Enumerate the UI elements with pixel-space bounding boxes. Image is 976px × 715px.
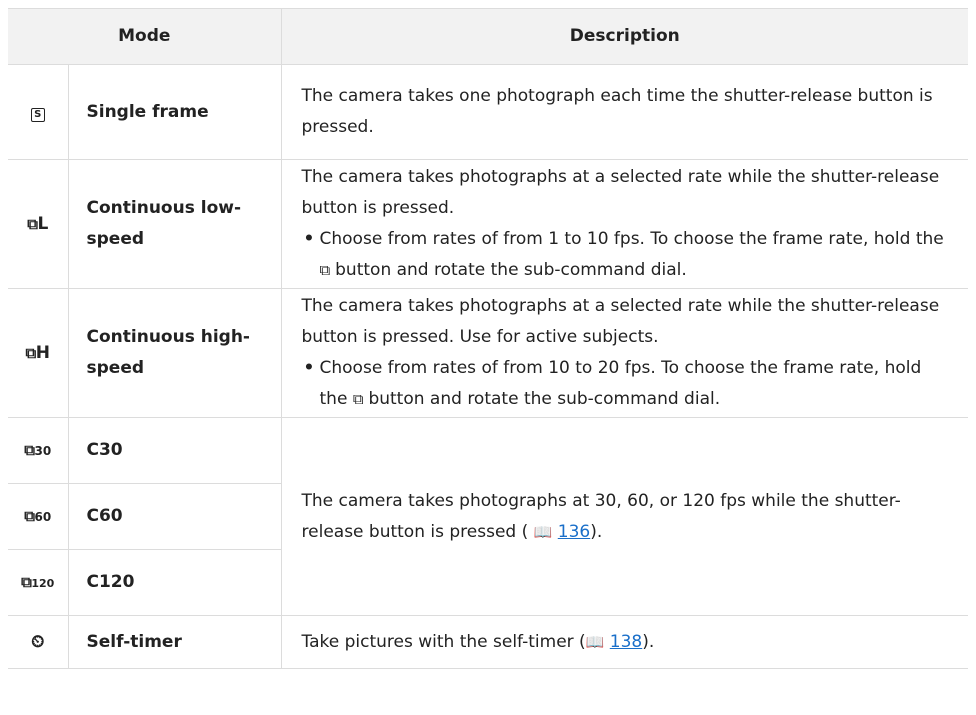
mode-name: Self-timer: [68, 615, 282, 669]
c120-icon: ⧉120: [8, 549, 69, 616]
mode-name: Continuous high-speed: [68, 288, 282, 418]
mode-name: C60: [68, 483, 282, 550]
bullet-item: • Choose from rates of from 1 to 10 fps. …: [302, 224, 951, 286]
description-text-after: ).: [642, 631, 655, 652]
release-mode-glyph: ⧉: [24, 506, 35, 525]
book-icon: 📖: [585, 632, 605, 651]
table-header-row: Mode Description: [8, 8, 969, 65]
description-column-header: Description: [281, 8, 969, 65]
mode-name: Continuous low-speed: [68, 159, 282, 289]
mode-name: Single frame: [68, 64, 282, 160]
release-mode-table: Mode Description S Single frame The came…: [8, 8, 969, 669]
mode-description: Take pictures with the self-timer (📖 138…: [281, 615, 969, 669]
mode-description: The camera takes photographs at 30, 60, …: [281, 417, 969, 616]
c30-icon: ⧉30: [8, 417, 69, 484]
release-mode-glyph: ⧉: [24, 440, 35, 459]
table-row: ⧉30 C30 The camera takes photographs at …: [8, 417, 969, 616]
bullet-text-before: Choose from rates of from 1 to 10 fps. T…: [319, 229, 944, 249]
mode-description: The camera takes photographs at a select…: [281, 159, 969, 289]
mode-name: C30: [68, 417, 282, 484]
mode-column-header: Mode: [8, 8, 282, 65]
release-mode-button-icon: ⧉: [319, 261, 331, 279]
description-text-before: Take pictures with the self-timer (: [301, 631, 586, 652]
description-text: The camera takes photographs at a select…: [301, 167, 940, 218]
description-text: The camera takes photographs at a select…: [301, 296, 940, 347]
release-mode-glyph: ⧉: [27, 214, 38, 233]
self-timer-icon: ⏲: [8, 615, 69, 669]
table-row: ⧉L Continuous low-speed The camera takes…: [8, 159, 969, 289]
bullet-text-after: button and rotate the sub-command dial.: [368, 389, 721, 409]
book-icon: 📖: [533, 522, 553, 541]
release-mode-glyph: ⧉: [25, 343, 37, 362]
page-reference-link[interactable]: 136: [558, 522, 590, 542]
bullet-item: • Choose from rates of from 10 to 20 fps.…: [302, 353, 951, 415]
table-row: ⧉H Continuous high-speed The camera take…: [8, 288, 969, 418]
release-mode-glyph: ⧉: [21, 572, 32, 591]
page-reference-link[interactable]: 138: [610, 632, 642, 652]
continuous-low-speed-icon: ⧉L: [8, 159, 69, 289]
mode-name: C120: [68, 549, 282, 616]
mode-description: The camera takes one photograph each tim…: [281, 64, 969, 160]
release-mode-table-page: Mode Description S Single frame The came…: [0, 0, 976, 715]
mode-description: The camera takes photographs at a select…: [281, 288, 969, 418]
continuous-high-speed-icon: ⧉H: [8, 288, 69, 418]
description-text-after: ).: [590, 521, 603, 542]
table-row: S Single frame The camera takes one phot…: [8, 64, 969, 160]
c60-icon: ⧉60: [8, 483, 69, 550]
table-row: ⏲ Self-timer Take pictures with the self…: [8, 615, 969, 669]
bullet-text-after: button and rotate the sub-command dial.: [335, 260, 687, 280]
release-mode-button-icon: ⧉: [352, 390, 364, 408]
single-frame-icon: S: [8, 64, 69, 160]
